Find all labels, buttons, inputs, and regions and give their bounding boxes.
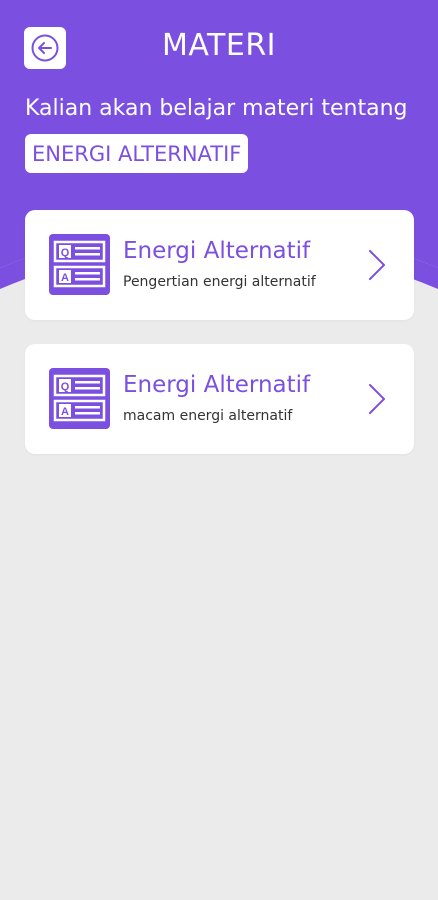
topic-badge: ENERGI ALTERNATIF (25, 134, 249, 173)
qa-icon: Q A (49, 368, 110, 429)
material-title: Energi Alternatif (123, 372, 311, 398)
material-title: Energi Alternatif (123, 238, 311, 264)
qa-icon: Q A (49, 234, 110, 295)
svg-text:Q: Q (61, 381, 70, 393)
chevron-right-icon (369, 250, 385, 280)
material-card-2[interactable]: Q A Energi Alternatif macam energi alter… (25, 344, 414, 454)
svg-text:A: A (61, 272, 69, 284)
chevron-right-icon (369, 384, 385, 414)
svg-text:Q: Q (61, 247, 70, 259)
intro-text: Kalian akan belajar materi tentang (25, 96, 408, 121)
page-title: MATERI (161, 28, 277, 63)
material-subtitle: macam energi alternatif (123, 408, 293, 424)
svg-text:A: A (61, 406, 69, 418)
material-card-1[interactable]: Q A Energi Alternatif Pengertian energi … (25, 210, 414, 320)
material-subtitle: Pengertian energi alternatif (123, 274, 316, 290)
